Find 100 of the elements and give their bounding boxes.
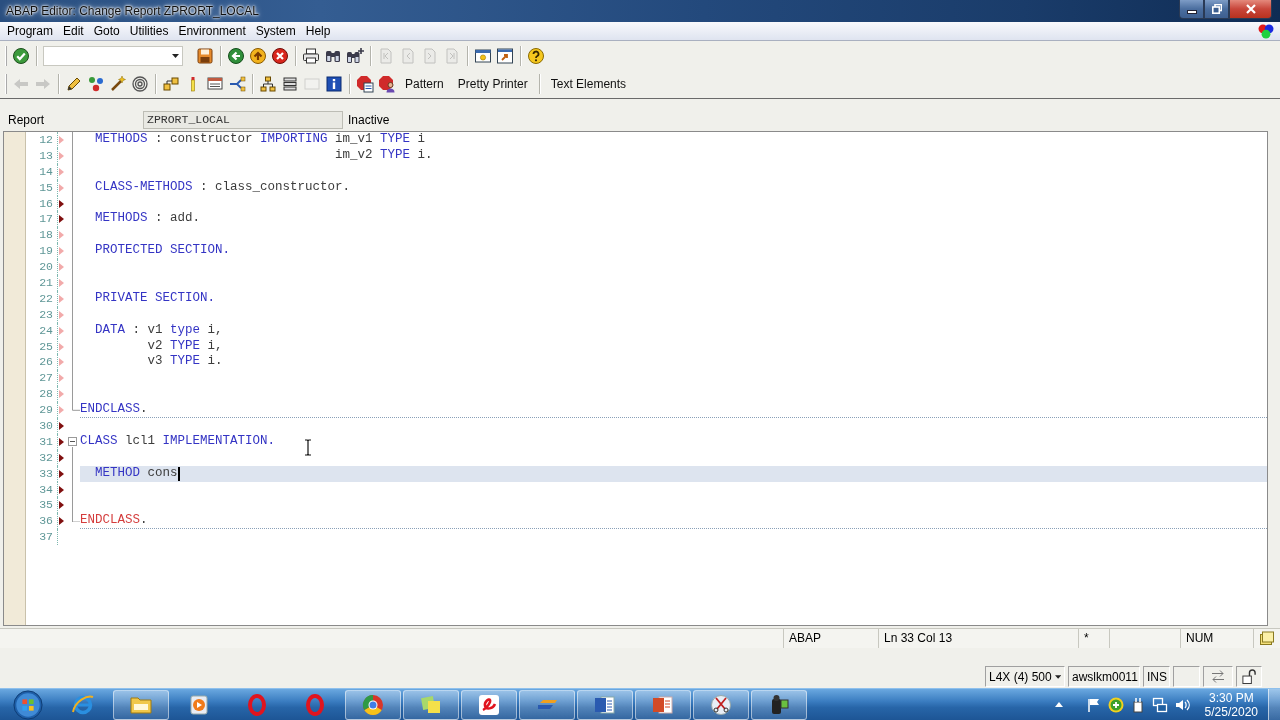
language-status: ABAP <box>783 629 878 648</box>
flag-icon[interactable] <box>1085 696 1102 713</box>
close-icon <box>1245 4 1256 14</box>
list-window-icon[interactable] <box>206 75 224 93</box>
code-line: ENDCLASS. <box>80 512 148 529</box>
binoculars-plus-icon[interactable] <box>346 46 364 65</box>
menu-item[interactable]: Edit <box>58 22 89 40</box>
clock-date: 5/25/2020 <box>1204 704 1258 719</box>
system-dropdown[interactable]: L4X (4) 500 <box>985 666 1065 687</box>
hierarchy-icon[interactable] <box>259 75 277 93</box>
menu-item[interactable]: Goto <box>88 22 125 40</box>
code-line: PROTECTED SECTION. <box>95 243 231 260</box>
menu-item[interactable]: Program <box>2 22 58 40</box>
line-number: 12 <box>38 132 54 148</box>
empty-status-field <box>1173 666 1200 687</box>
scissors-icon[interactable] <box>709 692 733 717</box>
printer-icon[interactable] <box>302 46 320 65</box>
double-arrow-icon[interactable] <box>1210 669 1226 684</box>
line-number: 19 <box>38 243 54 260</box>
program-name-field[interactable]: ZPRORT_LOCAL <box>143 110 343 129</box>
command-field[interactable] <box>43 45 183 66</box>
caret-icon <box>172 53 179 58</box>
text-caret <box>177 466 180 481</box>
taskbar-button[interactable] <box>461 689 517 720</box>
line-number: 30 <box>38 418 54 434</box>
line-number: 33 <box>38 465 54 482</box>
code-line: PRIVATE SECTION. <box>95 290 216 307</box>
restore-icon <box>1211 4 1222 14</box>
window-title: ABAP Editor: Change Report ZPRORT_LOCAL <box>6 4 259 18</box>
stop-sign-person-icon[interactable] <box>378 75 396 93</box>
padlock-icon[interactable] <box>1241 669 1257 684</box>
plus-circle-icon[interactable] <box>1107 696 1124 713</box>
info-icon[interactable] <box>325 75 343 93</box>
pencil-icon[interactable] <box>65 75 83 93</box>
menu-item[interactable]: System <box>250 22 301 40</box>
check-icon[interactable] <box>12 46 30 65</box>
shortcut-icon[interactable] <box>496 46 514 65</box>
code-line: v2 TYPE i, <box>147 338 223 355</box>
branch-arrows-icon[interactable] <box>228 75 246 93</box>
colored-dots-icon[interactable] <box>87 75 105 93</box>
taskbar-button[interactable] <box>693 689 749 720</box>
menu-item[interactable]: Help <box>300 22 336 40</box>
linked-boxes-icon[interactable] <box>162 75 180 93</box>
monitors-icon[interactable] <box>1151 696 1168 713</box>
toolbar-button[interactable]: Pattern <box>398 73 451 95</box>
line-number: 18 <box>38 227 54 244</box>
up-arrow-circle-icon[interactable] <box>249 46 267 65</box>
line-number: 24 <box>38 322 54 339</box>
ring-icon[interactable] <box>303 692 327 717</box>
line-number: 29 <box>38 402 54 419</box>
toolbar-button[interactable]: Text Elements <box>543 73 634 95</box>
ring-icon[interactable] <box>245 692 269 717</box>
code-line: METHODS : add. <box>95 211 201 228</box>
code-line: CLASS lcl1 IMPLEMENTATION. <box>80 433 276 450</box>
line-number: 23 <box>38 306 54 323</box>
line-number: 16 <box>38 195 54 212</box>
show-desktop-button[interactable] <box>1268 689 1280 720</box>
clock-time: 3:30 PM <box>1208 690 1254 705</box>
line-number: 35 <box>38 497 54 514</box>
insert-mode-field: INS <box>1143 666 1170 687</box>
num-lock-status: NUM <box>1180 629 1253 648</box>
code-line: ENDCLASS. <box>80 401 148 418</box>
line-number: 14 <box>38 163 54 180</box>
line-number: 27 <box>38 370 54 387</box>
minimize-button[interactable] <box>1179 0 1204 19</box>
line-number: 25 <box>38 338 54 355</box>
field-label: Report <box>8 112 46 127</box>
stop-sign-document-icon[interactable] <box>356 75 374 93</box>
start-orb-icon[interactable] <box>12 689 43 720</box>
taskbar-button[interactable] <box>577 689 633 720</box>
line-number: 34 <box>38 481 54 498</box>
tricolor-ball-icon[interactable] <box>361 692 385 717</box>
collapse-icon[interactable] <box>68 437 77 447</box>
taskbar-button[interactable] <box>751 689 807 720</box>
line-number: 31 <box>38 433 54 450</box>
help-icon[interactable] <box>527 46 545 65</box>
notes-icon[interactable] <box>1259 631 1275 646</box>
restore-button[interactable] <box>1204 0 1229 19</box>
new-window-icon[interactable] <box>474 46 492 65</box>
toolbar-button[interactable]: Pretty Printer <box>450 73 535 95</box>
caret-icon <box>1054 674 1061 679</box>
cancel-icon[interactable] <box>271 46 289 65</box>
line-number: 17 <box>38 211 54 228</box>
menu-item[interactable]: Utilities <box>124 22 174 40</box>
magic-wand-icon[interactable] <box>109 75 127 93</box>
line-number: 26 <box>38 354 54 371</box>
close-button[interactable] <box>1229 0 1272 19</box>
taskbar-button[interactable] <box>113 689 169 720</box>
i-beam-cursor-icon <box>304 439 312 456</box>
back-icon[interactable] <box>227 46 245 65</box>
swirl-icon[interactable] <box>477 692 501 717</box>
line-number: 20 <box>38 259 54 275</box>
taskbar-button[interactable] <box>635 689 691 720</box>
code-line: METHODS : constructor IMPORTING im_v1 TYPE i <box>95 132 426 148</box>
concentric-circles-icon[interactable] <box>131 75 149 93</box>
play-button-icon[interactable] <box>187 692 211 717</box>
menu-item[interactable]: Environment <box>173 22 251 40</box>
overlapping-circles-icon <box>1258 23 1274 39</box>
line-number: 32 <box>38 449 54 466</box>
stacked-bars-icon[interactable] <box>281 75 299 93</box>
